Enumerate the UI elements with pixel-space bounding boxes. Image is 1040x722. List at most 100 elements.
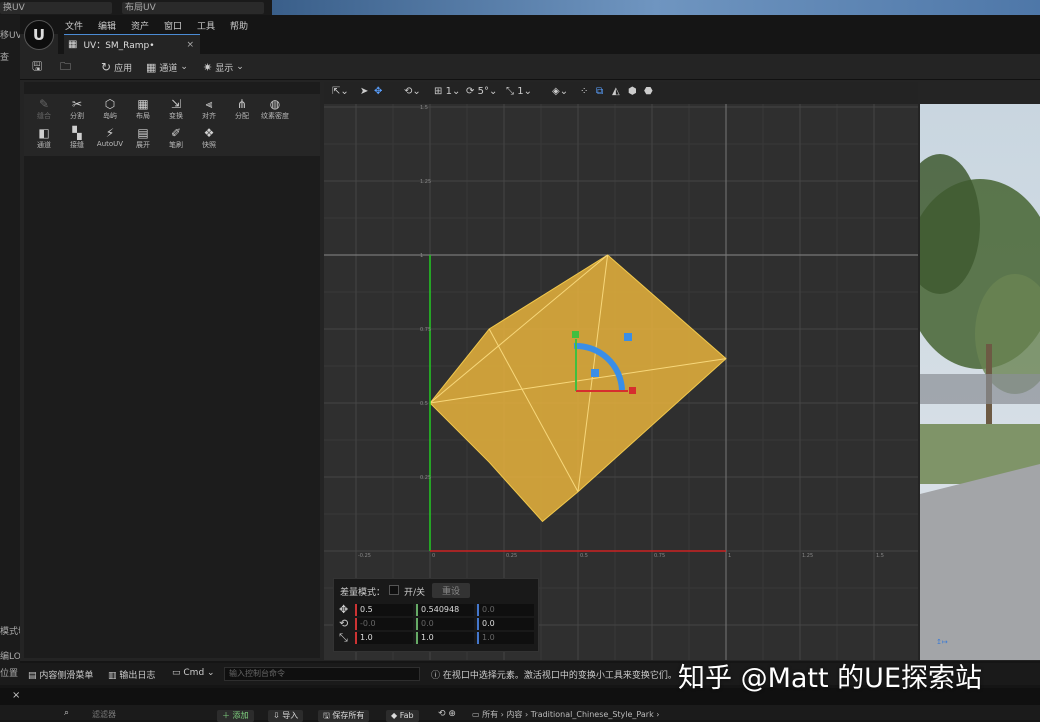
3d-preview-viewport[interactable]: ↥↦	[920, 104, 1040, 660]
rotate-z-input[interactable]: 0.0	[477, 618, 534, 630]
folder-icon: ▭	[472, 710, 480, 719]
rotate-snap-value: 5°	[477, 86, 489, 97]
search-icon: ⌕	[64, 708, 70, 718]
delta-mode-checkbox[interactable]	[389, 585, 399, 595]
breadcrumb: ▭ 所有 › 内容 › Traditional_Chinese_Style_Pa…	[472, 710, 660, 719]
tool-button[interactable]: ✐ 笔刷	[160, 127, 192, 153]
translate-y-input[interactable]: 0.540948	[416, 604, 474, 616]
console-command-input[interactable]: 输入控制台命令	[224, 667, 420, 681]
tool-icon: ⫷	[205, 97, 213, 111]
breadcrumb-item[interactable]: 内容	[506, 710, 522, 719]
breadcrumb-item[interactable]: Traditional_Chinese_Style_Park	[531, 710, 654, 719]
grid-snap-dropdown[interactable]: ⊞ 1⌄	[434, 86, 460, 97]
import-button[interactable]: ⇩ 导入	[268, 710, 304, 722]
select-tool[interactable]: ➤	[360, 86, 368, 97]
viewport-hint: ⓘ 在视口中选择元素。激活视口中的变换小工具来变换它们。	[431, 668, 677, 681]
help-icon: ⓘ	[431, 671, 441, 681]
tool-icon: ⋔	[236, 97, 248, 111]
browse-button[interactable]: 🗀	[60, 59, 71, 75]
scale-icon: ⤡	[339, 631, 348, 644]
menu-asset[interactable]: 资产	[131, 19, 149, 32]
save-all-button[interactable]: 🖫 保存所有	[318, 710, 370, 722]
tool-button[interactable]: ✂ 分割	[61, 98, 93, 124]
close-icon[interactable]: ×	[12, 690, 20, 701]
channel-dropdown[interactable]: ▦ 通道 ⌄	[146, 59, 188, 75]
tool-icon: ◍	[269, 97, 281, 111]
menu-file[interactable]: 文件	[65, 19, 83, 32]
tool-button[interactable]: ✎ 缝合	[28, 98, 60, 124]
content-drawer-button[interactable]: ▤ 内容侧滑菜单	[28, 668, 93, 681]
history-icon[interactable]: ⟲ ⊕	[438, 709, 456, 719]
rotate-icon: ⟲⌄	[404, 86, 421, 97]
tool-button[interactable]: ⇲ 变换	[160, 98, 192, 124]
reset-button[interactable]: 重设	[432, 583, 471, 598]
uv-grid-canvas[interactable]: -0.25 0 0.25 0.5 0.75 1 1.25 1.5 1.5 1.25 1 0.75 0.5…	[324, 104, 918, 660]
rotate-mode-dropdown[interactable]: ⟲⌄	[404, 86, 421, 97]
svg-text:↥↦: ↥↦	[936, 638, 948, 646]
tool-button[interactable]: ◧ 通道	[28, 127, 60, 153]
selection-vertex-tool[interactable]: ⁘	[580, 86, 588, 97]
cmd-dropdown[interactable]: ▭ Cmd ⌄	[172, 668, 215, 678]
tool-button[interactable]: ⋔ 分配	[226, 98, 258, 124]
x-tick-label: 1	[728, 553, 731, 559]
move-icon: ✥	[339, 603, 349, 616]
fab-label: Fab	[399, 711, 414, 720]
tool-button[interactable]: ⬡ 岛屿	[94, 98, 126, 124]
rotate-y-input[interactable]: 0.0	[416, 618, 474, 630]
scale-snap-icon: ⤡	[506, 86, 514, 97]
fab-button[interactable]: ◆ Fab	[386, 710, 419, 722]
select-mode-dropdown[interactable]: ⇱⌄	[332, 86, 349, 97]
x-tick-label: 0.5	[580, 553, 588, 559]
scale-x-input[interactable]: 1.0	[355, 632, 413, 644]
move-tool[interactable]: ✥	[374, 86, 382, 97]
view-options-dropdown[interactable]: ◈⌄	[552, 86, 568, 97]
selection-edge-tool[interactable]: ⧉	[596, 86, 603, 97]
display-dropdown[interactable]: ✷ 显示 ⌄	[203, 59, 244, 75]
background-left-panel: 移UV 查 模式切 编LOD 位置	[0, 15, 20, 685]
tool-label: 通道	[37, 141, 51, 149]
scale-snap-dropdown[interactable]: ⤡ 1⌄	[506, 86, 532, 97]
rotate-snap-dropdown[interactable]: ⟳ 5°⌄	[466, 86, 497, 97]
menu-help[interactable]: 帮助	[230, 19, 248, 32]
rotate-x-input[interactable]: -0.0	[355, 618, 413, 630]
tab-title: UV：SM_Ramp•	[83, 41, 155, 51]
apply-button[interactable]: ↻ 应用	[101, 59, 132, 75]
close-icon[interactable]: ×	[186, 40, 194, 50]
gizmo-plane-box	[591, 369, 599, 377]
translate-z-input[interactable]: 0.0	[477, 604, 534, 616]
y-tick-label: 0.75	[420, 327, 431, 333]
selection-mesh-tool[interactable]: ⬣	[644, 86, 653, 97]
save-icon: 🖫	[32, 58, 43, 73]
save-button[interactable]: 🖫	[32, 59, 42, 75]
breadcrumb-item[interactable]: 所有	[482, 710, 498, 719]
selection-island-tool[interactable]: ⬢	[628, 86, 637, 97]
tool-label: 纹素密度	[261, 112, 289, 120]
tool-icon: ▦	[137, 97, 149, 111]
tool-label: 对齐	[202, 112, 216, 120]
scale-z-input[interactable]: 1.0	[477, 632, 534, 644]
tool-button[interactable]: ⚡ AutoUV	[94, 127, 126, 153]
selection-triangle-tool[interactable]: ◭	[612, 86, 620, 97]
grid-step-value: 1	[445, 86, 452, 97]
background-label: 编LOD	[0, 652, 20, 662]
tool-grid: ✎ 缝合 ✂ 分割 ⬡ 岛屿 ▦ 布局 ⇲ 变换 ⫷ 对齐 ⋔ 分配 ◍ 纹素密度 ◧ 通道 ▚ 接缝 ⚡ AutoUV ▤…	[24, 94, 320, 156]
x-tick-label: 0.25	[506, 553, 517, 559]
tool-button[interactable]: ▤ 展开	[127, 127, 159, 153]
tab-uv-editor[interactable]: ▦ UV：SM_Ramp• ×	[64, 34, 200, 54]
background-label: 模式切	[0, 627, 20, 637]
tool-button[interactable]: ⫷ 对齐	[193, 98, 225, 124]
tool-button[interactable]: ▚ 接缝	[61, 127, 93, 153]
output-log-button[interactable]: ▥ 输出日志	[108, 668, 155, 681]
menu-tools[interactable]: 工具	[197, 19, 215, 32]
output-log-label: 输出日志	[119, 671, 156, 681]
scale-y-input[interactable]: 1.0	[416, 632, 474, 644]
menu-edit[interactable]: 编辑	[98, 19, 116, 32]
background-label: 移UV	[0, 31, 20, 41]
tool-button[interactable]: ❖ 快照	[193, 127, 225, 153]
tool-button[interactable]: ▦ 布局	[127, 98, 159, 124]
menu-window[interactable]: 窗口	[164, 19, 182, 32]
tool-button[interactable]: ◍ 纹素密度	[259, 98, 291, 124]
add-button[interactable]: ＋ 添加	[217, 710, 254, 722]
uv-viewport[interactable]: -0.25 0 0.25 0.5 0.75 1 1.25 1.5 1.5 1.25 1 0.75 0.5…	[324, 104, 918, 660]
translate-x-input[interactable]: 0.5	[355, 604, 413, 616]
